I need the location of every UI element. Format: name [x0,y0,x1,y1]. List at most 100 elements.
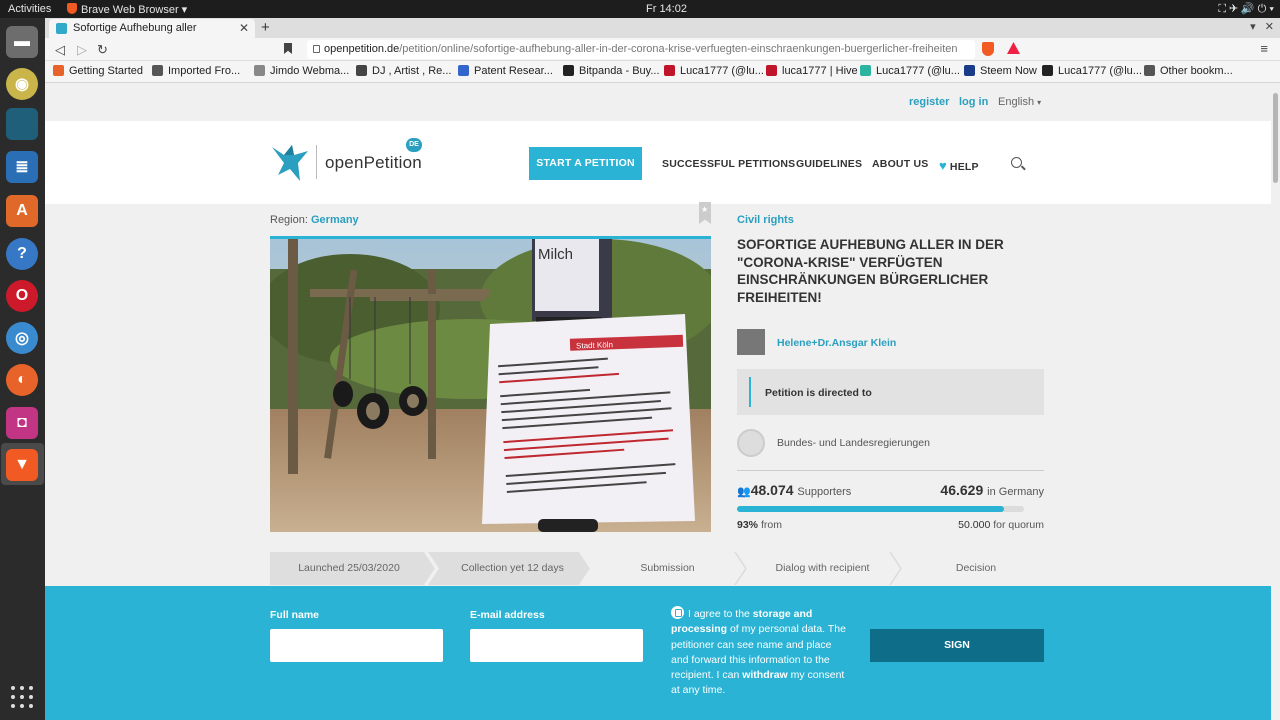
bookmark-label: Luca1777 (@lu... [680,65,764,77]
bookmark-label: Jimdo Webma... [270,65,350,77]
recipient-icon [737,429,765,457]
nav-about-us[interactable]: ABOUT US [872,158,928,170]
firefox-icon[interactable]: ◐ [6,364,38,396]
author-avatar[interactable] [737,329,765,355]
logo-text[interactable]: openPetition [325,153,422,173]
terminal-icon[interactable] [6,108,38,140]
bookmark-label: DJ , Artist , Re... [372,65,452,77]
clock[interactable]: Fr 14:02 [646,3,687,15]
bookmark-item[interactable]: Other bookm... [1144,65,1233,77]
bookmark-item[interactable]: Steem Now [964,65,1037,77]
nav-help[interactable]: ♥ HELP [939,158,979,173]
full-name-label: Full name [270,609,320,621]
login-link[interactable]: log in [959,96,988,108]
dock: ▬ ◉ ≣ A ? O ◎ ◐ ◘ ▼ [0,18,45,720]
bookmark-item[interactable]: Luca1777 (@lu... [664,65,764,77]
app-menu[interactable]: Brave Web Browser ▾ [67,3,187,16]
quorum-label: for quorum [993,519,1044,531]
percent-value: 93% [737,519,759,531]
bookmark-favicon-icon [152,65,163,76]
nav-guidelines[interactable]: GUIDELINES [796,158,862,170]
consent-checkbox[interactable]: I agree to the storage and processing of… [671,606,849,699]
bookmark-item[interactable]: Bitpanda - Buy... [563,65,660,77]
brave-icon [67,3,77,14]
url-field[interactable]: openpetition.de/petition/online/sofortig… [307,40,975,59]
petition-progress-steps: Launched 25/03/2020 Collection yet 12 da… [270,552,1044,585]
writer-icon[interactable]: ≣ [6,151,38,183]
author-link[interactable]: Helene+Dr.Ansgar Klein [777,337,896,349]
supporters-label: Supporters [797,486,852,498]
back-button[interactable]: ◁ [55,42,65,58]
step-submission: Submission [640,562,695,574]
language-value: English [998,96,1035,108]
reload-button[interactable]: ↻ [97,42,108,58]
instagram-icon[interactable]: ◘ [6,407,38,439]
nav-successful-petitions[interactable]: SUCCESSFUL PETITIONS [662,158,795,170]
bookmark-item[interactable]: DJ , Artist , Re... [356,65,451,77]
divider [737,470,1044,471]
bookmark-label: Getting Started [69,65,143,77]
consent-checkbox-icon[interactable] [671,606,684,619]
petition-title: Sofortige Aufhebung aller in der "Corona… [737,237,1004,305]
show-apps-icon[interactable] [11,686,33,708]
playground-sign-photo: Milch Stadt Köln [270,239,711,532]
region: Region: Germany [270,214,359,226]
step-launched: Launched 25/03/2020 [298,562,400,574]
bookmark-item[interactable]: luca1777 | Hive [766,65,858,77]
country-badge: DE [406,138,422,152]
petition-photo: Milch Stadt Köln [270,236,711,532]
file-manager-icon[interactable]: ▬ [6,26,38,58]
scrollbar-thumb[interactable] [1273,93,1278,183]
help-icon[interactable]: ? [6,238,38,270]
activities-button[interactable]: Activities [8,3,51,15]
start-petition-button[interactable]: START A PETITION [529,147,642,180]
search-icon[interactable] [1011,157,1022,168]
bookmark-favicon-icon [1144,65,1155,76]
app-menu-label: Brave Web Browser ▾ [81,4,188,16]
browser-menu-button[interactable]: ≡ [1260,41,1268,56]
full-name-input[interactable] [270,629,443,662]
email-input[interactable] [470,629,643,662]
bookmark-item[interactable]: Imported Fro... [152,65,240,77]
bookmark-favicon-icon [458,65,469,76]
register-link[interactable]: register [909,96,949,108]
bookmark-label: Steem Now [980,65,1037,77]
bookmark-petition-icon[interactable] [699,202,711,224]
window-controls[interactable]: ▾ ✕ [1250,20,1274,33]
bookmark-item[interactable]: Patent Resear... [458,65,553,77]
recipient-name: Bundes- und Landesregierungen [777,437,930,449]
bookmark-item[interactable]: Getting Started [53,65,143,77]
step-decision: Decision [955,562,997,574]
system-tray[interactable]: ⛶ ✈ 🔊 ⏻ ▾ [1218,2,1274,16]
forward-button[interactable]: ▷ [77,42,87,58]
sign-button[interactable]: SIGN [870,629,1044,662]
eye-icon[interactable]: ◎ [6,322,38,354]
category-link[interactable]: Civil rights [737,214,794,226]
page-scrollbar[interactable] [1271,83,1280,720]
bookmark-favicon-icon [254,65,265,76]
nav-help-label: HELP [949,161,979,173]
openpetition-bird-logo[interactable] [270,141,310,183]
germany-label: in Germany [987,486,1044,498]
new-tab-button[interactable]: + [261,19,270,36]
language-select[interactable]: English ▾ [998,96,1041,108]
bookmark-item[interactable]: Jimdo Webma... [254,65,349,77]
close-tab-icon[interactable]: ✕ [239,21,249,35]
bookmark-item[interactable]: Luca1777 (@lu... [860,65,960,77]
opera-icon[interactable]: O [6,280,38,312]
brave-rewards-icon[interactable] [1007,42,1020,54]
chevron-down-icon: ▾ [1037,98,1042,107]
bookmark-favicon-icon [766,65,777,76]
software-center-icon[interactable]: A [6,195,38,227]
consent-withdraw-link[interactable]: withdraw [742,669,788,681]
brave-dock-icon[interactable]: ▼ [6,449,38,481]
directed-to-box[interactable]: Petition is directed to [737,369,1044,415]
bookmark-page-icon[interactable] [284,43,292,54]
region-link[interactable]: Germany [311,214,359,226]
system-top-bar: Activities Brave Web Browser ▾ Fr 14:02 … [0,0,1280,18]
bookmark-favicon-icon [563,65,574,76]
bookmark-item[interactable]: Luca1777 (@lu... [1042,65,1142,77]
rhythmbox-icon[interactable]: ◉ [6,68,38,100]
brave-shields-icon[interactable] [982,42,994,56]
tab-active[interactable]: Sofortige Aufhebung aller ✕ [49,19,255,38]
